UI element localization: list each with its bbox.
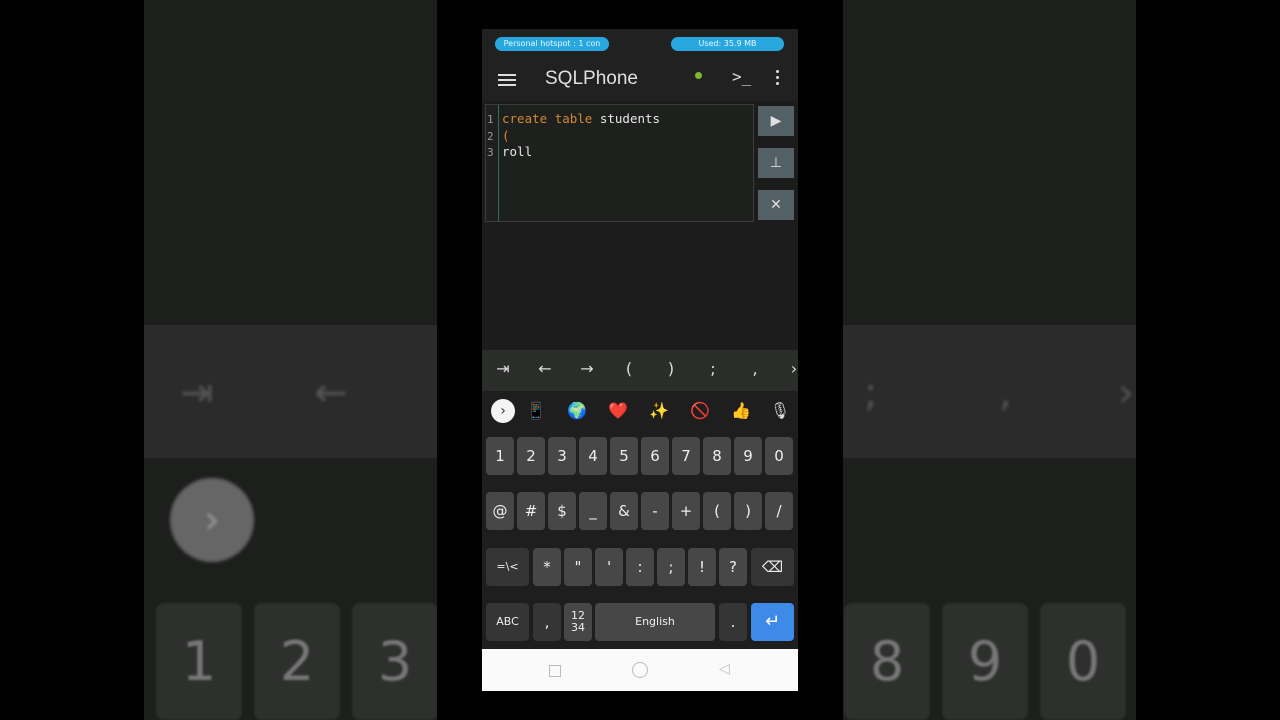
menu-icon[interactable]: [498, 71, 516, 89]
background-expand-icon: ›: [170, 478, 254, 562]
sql-editor[interactable]: 1 2 3 create table students ( roll: [485, 104, 754, 222]
app-title: SQLPhone: [545, 68, 638, 89]
backspace-icon[interactable]: ⌫: [751, 548, 794, 586]
clipboard-icon[interactable]: 📱: [524, 399, 548, 423]
background-tab-symbol: ⇥: [180, 370, 214, 416]
key-ampersand[interactable]: &: [610, 492, 638, 530]
key-comma[interactable]: ,: [533, 603, 561, 641]
home-icon[interactable]: [632, 662, 648, 678]
open-paren-key[interactable]: (: [617, 359, 641, 378]
data-usage-badge: Used: 35.9 MB: [671, 37, 784, 51]
more-options-icon[interactable]: [776, 70, 780, 88]
background-key: 8: [844, 603, 930, 720]
key-7[interactable]: 7: [672, 437, 700, 475]
keyword-create: create: [502, 111, 548, 126]
key-abc[interactable]: ABC: [486, 603, 529, 641]
key-period[interactable]: .: [719, 603, 747, 641]
key-5[interactable]: 5: [610, 437, 638, 475]
comma-key[interactable]: ,: [743, 359, 767, 378]
left-arrow-key[interactable]: ←: [533, 359, 557, 378]
key-open-paren[interactable]: (: [703, 492, 731, 530]
key-minus[interactable]: -: [641, 492, 669, 530]
key-0[interactable]: 0: [765, 437, 793, 475]
space-bar[interactable]: English: [595, 603, 715, 641]
key-colon[interactable]: :: [626, 548, 654, 586]
key-close-paren[interactable]: ): [734, 492, 762, 530]
line-number: 2: [487, 130, 494, 143]
background-comma: ,: [999, 370, 1012, 416]
key-1[interactable]: 1: [486, 437, 514, 475]
connection-status-dot: [695, 72, 702, 79]
table-name: students: [599, 111, 661, 126]
sparkles-icon[interactable]: ✨: [647, 399, 671, 423]
line-number: 1: [487, 113, 494, 126]
heart-icon[interactable]: ❤️: [606, 399, 630, 423]
background-key: 9: [942, 603, 1028, 720]
background-semicolon: ;: [864, 370, 878, 416]
symbol-bar: ⇥ ← → ( ) ; , ›: [482, 350, 798, 391]
main-content: 1 2 3 create table students ( roll ▶ ⊥ ✕: [482, 101, 798, 350]
microphone-icon[interactable]: 🎙: [768, 399, 792, 423]
keyboard-toolbar: › 📱 🌍 ❤️ ✨ 🚫 👍 🎙: [482, 391, 798, 429]
line-gutter: 1 2 3: [486, 105, 499, 221]
key-semicolon[interactable]: ;: [657, 548, 685, 586]
clear-button[interactable]: ✕: [758, 190, 794, 220]
right-arrow-key[interactable]: →: [575, 359, 599, 378]
background-key: 3: [352, 603, 438, 720]
key-8[interactable]: 8: [703, 437, 731, 475]
run-button[interactable]: ▶: [758, 106, 794, 136]
background-key: 0: [1040, 603, 1126, 720]
more-symbols-key[interactable]: ›: [782, 359, 798, 378]
soft-keyboard: › 📱 🌍 ❤️ ✨ 🚫 👍 🎙 1 2 3 4 5 6 7 8 9 0 @ #…: [482, 391, 798, 649]
key-single-quote[interactable]: ': [595, 548, 623, 586]
key-at[interactable]: @: [486, 492, 514, 530]
key-hash[interactable]: #: [517, 492, 545, 530]
status-bar: Personal hotspot : 1 con Used: 35.9 MB: [482, 29, 798, 59]
key-2[interactable]: 2: [517, 437, 545, 475]
no-entry-icon[interactable]: 🚫: [688, 399, 712, 423]
console-icon[interactable]: >_: [732, 67, 751, 86]
key-question[interactable]: ?: [719, 548, 747, 586]
globe-icon[interactable]: 🌍: [565, 399, 589, 423]
format-button[interactable]: ⊥: [758, 148, 794, 178]
expand-toolbar-icon[interactable]: ›: [491, 399, 515, 423]
recent-apps-icon[interactable]: [549, 665, 561, 677]
key-exclamation[interactable]: !: [688, 548, 716, 586]
key-3[interactable]: 3: [548, 437, 576, 475]
key-dollar[interactable]: $: [548, 492, 576, 530]
key-slash[interactable]: /: [765, 492, 793, 530]
key-9[interactable]: 9: [734, 437, 762, 475]
key-underscore[interactable]: _: [579, 492, 607, 530]
key-plus[interactable]: +: [672, 492, 700, 530]
semicolon-key[interactable]: ;: [701, 359, 725, 378]
key-more-symbols[interactable]: =\<: [486, 548, 529, 586]
background-left-arrow: ←: [314, 370, 348, 416]
key-numpad[interactable]: 12 34: [564, 603, 592, 641]
background-key: 2: [254, 603, 340, 720]
hotspot-badge: Personal hotspot : 1 con: [495, 37, 609, 51]
background-key: 1: [156, 603, 242, 720]
app-bar: SQLPhone >_: [482, 59, 798, 101]
navigation-bar: ◁: [482, 649, 798, 691]
keyword-table: table: [554, 111, 593, 126]
enter-key[interactable]: ↵: [751, 603, 794, 641]
key-double-quote[interactable]: ": [564, 548, 592, 586]
key-6[interactable]: 6: [641, 437, 669, 475]
line-number: 3: [487, 146, 494, 159]
back-icon[interactable]: ◁: [719, 661, 730, 677]
code-line-1: create table students: [502, 111, 660, 126]
background-more: ›: [1118, 370, 1134, 416]
close-paren-key[interactable]: ): [659, 359, 683, 378]
key-asterisk[interactable]: *: [533, 548, 561, 586]
tab-key[interactable]: ⇥: [491, 359, 515, 378]
thumbs-up-icon[interactable]: 👍: [729, 399, 753, 423]
phone-screen: Personal hotspot : 1 con Used: 35.9 MB S…: [482, 29, 798, 691]
key-4[interactable]: 4: [579, 437, 607, 475]
code-line-2: (: [502, 128, 510, 143]
code-line-3: roll: [502, 144, 533, 159]
